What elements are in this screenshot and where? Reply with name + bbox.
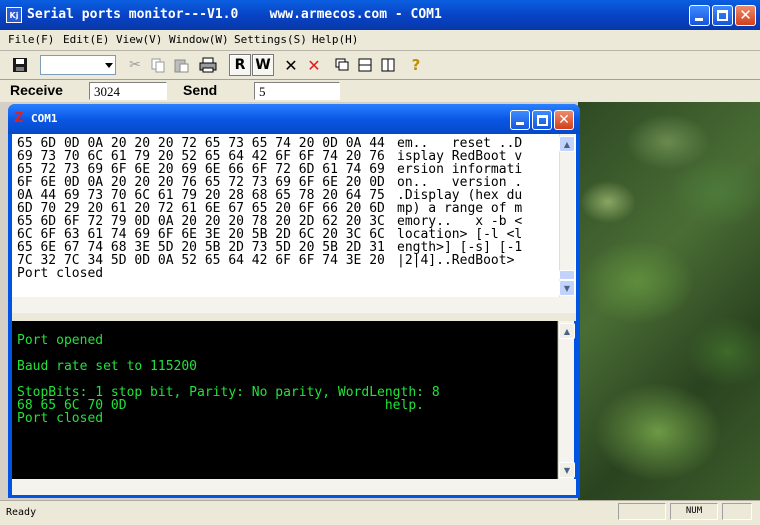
help-icon[interactable]: ?: [405, 54, 427, 76]
maximize-icon: [537, 115, 548, 126]
scroll-thumb[interactable]: [559, 270, 575, 280]
menu-window[interactable]: Window(W): [169, 33, 229, 46]
minimize-button[interactable]: [689, 5, 710, 26]
cascade-icon[interactable]: [331, 54, 353, 76]
ascii-line: |2|4]..RedBoot>: [397, 253, 523, 268]
read-button[interactable]: R: [229, 54, 251, 76]
close-button[interactable]: ✕: [735, 5, 756, 26]
com1-maximize-button[interactable]: [532, 110, 552, 130]
background-image: [578, 102, 760, 500]
print-icon[interactable]: [197, 54, 219, 76]
hex-line: Port closed: [17, 266, 104, 281]
terminal-line: Port closed: [17, 411, 104, 426]
status-cell: [722, 503, 752, 520]
app-icon: Kj: [6, 7, 22, 23]
terminal-vertical-scrollbar[interactable]: [558, 321, 574, 479]
scroll-up-button[interactable]: ▲: [559, 136, 575, 152]
delete-icon[interactable]: ✕: [303, 54, 325, 76]
save-icon[interactable]: [9, 54, 31, 76]
clear-icon[interactable]: ✕: [280, 54, 302, 76]
send-label: Send: [183, 82, 218, 98]
copy-icon[interactable]: [147, 54, 169, 76]
com1-title-bar: [8, 104, 580, 134]
menu-bar: [0, 30, 760, 51]
maximize-icon: [717, 10, 728, 21]
menu-settings[interactable]: Settings(S): [234, 33, 307, 46]
scroll-up-button[interactable]: ▲: [559, 323, 575, 339]
status-cell: [618, 503, 666, 520]
menu-help[interactable]: Help(H): [312, 33, 358, 46]
send-count: 5: [254, 82, 340, 100]
minimize-icon: [695, 18, 703, 21]
menu-edit[interactable]: Edit(E): [63, 33, 109, 46]
pane-splitter[interactable]: [12, 313, 576, 321]
port-combo[interactable]: [40, 55, 116, 75]
maximize-button[interactable]: [712, 5, 733, 26]
com1-minimize-button[interactable]: [510, 110, 530, 130]
terminal-line: Baud rate set to 115200: [17, 359, 198, 374]
receive-count: 3024: [89, 82, 167, 100]
hex-horizontal-scrollbar[interactable]: [12, 297, 576, 313]
close-icon: ✕: [558, 112, 570, 128]
tile-vertical-icon[interactable]: [377, 54, 399, 76]
com1-close-button[interactable]: ✕: [554, 110, 574, 130]
terminal-line: Port opened: [17, 333, 104, 348]
chevron-down-icon: [105, 63, 113, 68]
status-text: Ready: [6, 507, 37, 518]
cut-icon[interactable]: ✂: [124, 54, 146, 76]
scroll-down-button[interactable]: ▼: [559, 280, 575, 296]
write-button[interactable]: W: [252, 54, 274, 76]
minimize-icon: [516, 122, 524, 125]
com1-window-icon: Z: [14, 111, 24, 126]
tile-horizontal-icon[interactable]: [354, 54, 376, 76]
com1-title: COM1: [31, 112, 58, 125]
paste-icon[interactable]: [170, 54, 192, 76]
window-title: Serial ports monitor---V1.0 www.armecos.…: [27, 7, 442, 22]
num-lock-indicator: NUM: [670, 503, 718, 520]
scroll-down-button[interactable]: ▼: [559, 462, 575, 478]
terminal-horizontal-scrollbar[interactable]: [12, 479, 576, 495]
receive-label: Receive: [10, 82, 63, 98]
menu-file[interactable]: File(F): [8, 33, 54, 46]
close-icon: ✕: [739, 6, 752, 24]
menu-view[interactable]: View(V): [116, 33, 162, 46]
